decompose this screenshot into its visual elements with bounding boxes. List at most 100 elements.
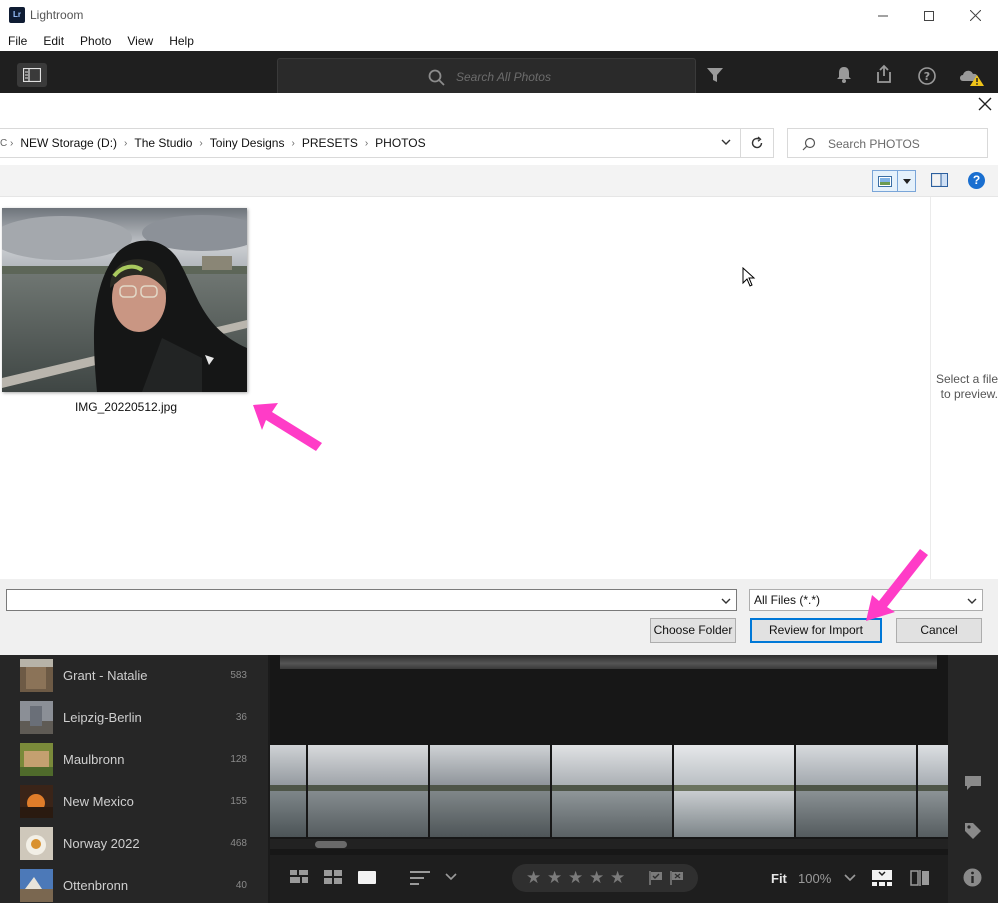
lightroom-workspace: Grant - Natalie 583 Leipzig-Berlin 36 Ma…: [0, 655, 998, 903]
menu-photo[interactable]: Photo: [72, 31, 119, 51]
star-icon[interactable]: ★: [589, 868, 604, 888]
pick-flag-icon[interactable]: [649, 871, 663, 885]
zoom-fit-button[interactable]: Fit: [771, 871, 787, 886]
close-window-button[interactable]: [952, 0, 998, 31]
preview-pane: Select a file to preview.: [930, 197, 998, 579]
star-icon[interactable]: ★: [526, 868, 541, 888]
bottom-toolbar: ★ ★ ★ ★ ★ Fit 100%: [270, 855, 948, 903]
filmstrip-photo[interactable]: [918, 745, 948, 837]
annotation-arrow-icon: [253, 403, 322, 451]
square-grid-view-icon[interactable]: [290, 870, 308, 885]
sort-icon[interactable]: [410, 871, 430, 885]
help-icon[interactable]: ?: [918, 67, 936, 85]
compare-view-icon[interactable]: [910, 870, 930, 886]
menu-edit[interactable]: Edit: [35, 31, 72, 51]
view-options-dropdown[interactable]: [898, 170, 916, 192]
album-item[interactable]: New Mexico 155: [20, 783, 260, 819]
breadcrumb-studio[interactable]: The Studio: [129, 136, 197, 150]
album-count: 583: [230, 670, 247, 681]
album-count: 468: [230, 838, 247, 849]
preview-pane-icon[interactable]: [931, 173, 948, 187]
filmstrip-photo[interactable]: [270, 745, 306, 837]
album-thumbnail: [20, 869, 53, 902]
breadcrumb-drive[interactable]: NEW Storage (D:): [15, 136, 122, 150]
chevron-down-icon[interactable]: [445, 873, 457, 881]
change-view-button[interactable]: [872, 170, 898, 192]
preview-message: Select a file to preview.: [935, 372, 998, 401]
album-name: Norway 2022: [63, 836, 140, 851]
album-count: 155: [230, 796, 247, 807]
refresh-icon: [751, 136, 763, 149]
address-bar[interactable]: C › NEW Storage (D:) › The Studio › Toin…: [0, 128, 741, 158]
minimize-button[interactable]: [860, 0, 906, 31]
album-count: 40: [235, 880, 247, 891]
breadcrumb-photos[interactable]: PHOTOS: [370, 136, 430, 150]
photo-thumbnail[interactable]: [2, 208, 247, 392]
panel-toggle-button[interactable]: [17, 63, 47, 87]
filmstrip-scrollbar[interactable]: [270, 839, 948, 849]
breadcrumb-presets[interactable]: PRESETS: [297, 136, 363, 150]
filename-input[interactable]: [6, 589, 737, 611]
notification-bell-icon[interactable]: [836, 66, 852, 83]
maximize-button[interactable]: [906, 0, 952, 31]
folder-search-input[interactable]: Search PHOTOS: [787, 128, 988, 158]
filmstrip-photo-selected[interactable]: [308, 745, 428, 837]
breadcrumb-separator: ›: [364, 137, 369, 149]
zoom-level[interactable]: 100%: [798, 871, 831, 886]
chevron-down-icon[interactable]: [720, 136, 732, 148]
album-item[interactable]: Leipzig-Berlin 36: [20, 699, 260, 735]
album-thumbnail: [20, 827, 53, 860]
filter-icon[interactable]: [707, 68, 723, 82]
album-name: Maulbronn: [63, 752, 125, 767]
refresh-button[interactable]: [741, 128, 774, 158]
albums-panel: Grant - Natalie 583 Leipzig-Berlin 36 Ma…: [0, 655, 268, 903]
share-icon[interactable]: [875, 64, 893, 83]
star-icon[interactable]: ★: [568, 868, 583, 888]
portrait-photo: [2, 208, 247, 392]
filmstrip-photo[interactable]: [430, 745, 550, 837]
choose-folder-button[interactable]: Choose Folder: [650, 618, 736, 643]
info-icon[interactable]: [963, 868, 982, 887]
album-name: Leipzig-Berlin: [63, 710, 142, 725]
dialog-help-button[interactable]: ?: [968, 172, 985, 189]
detail-view-icon[interactable]: [358, 870, 376, 885]
sidebar-icon: [23, 68, 41, 82]
filmstrip-photo[interactable]: [796, 745, 916, 837]
album-item[interactable]: Ottenbronn 40: [20, 867, 260, 903]
reject-flag-icon[interactable]: [670, 871, 684, 885]
filmstrip-photo[interactable]: [552, 745, 672, 837]
grid-view-icon[interactable]: [324, 870, 342, 885]
dialog-close-icon[interactable]: [978, 97, 992, 111]
comment-icon[interactable]: [964, 775, 982, 791]
cloud-sync-warning-icon[interactable]: [958, 66, 986, 86]
breadcrumb-toiny-designs[interactable]: Toiny Designs: [205, 136, 290, 150]
album-item[interactable]: Grant - Natalie 583: [20, 657, 260, 693]
star-icon[interactable]: ★: [610, 868, 625, 888]
album-name: New Mexico: [63, 794, 134, 809]
album-item[interactable]: Norway 2022 468: [20, 825, 260, 861]
album-name: Ottenbronn: [63, 878, 129, 893]
chevron-down-icon[interactable]: [844, 874, 856, 882]
album-item[interactable]: Maulbronn 128: [20, 741, 260, 777]
svg-text:?: ?: [924, 70, 930, 83]
chevron-down-icon: [967, 598, 977, 604]
filmstrip-photo[interactable]: [674, 745, 794, 837]
menu-help[interactable]: Help: [161, 31, 202, 51]
star-icon[interactable]: ★: [547, 868, 562, 888]
photo-filename[interactable]: IMG_20220512.jpg: [2, 400, 250, 414]
scrollbar-thumb[interactable]: [315, 841, 347, 848]
dialog-header: [0, 93, 998, 121]
title-bar: Lr Lightroom: [0, 0, 998, 31]
chevron-down-icon[interactable]: [720, 595, 732, 607]
window-title: Lightroom: [30, 8, 84, 22]
tag-icon[interactable]: [964, 822, 982, 840]
filetype-value: All Files (*.*): [754, 593, 821, 607]
search-all-photos[interactable]: Search All Photos: [277, 58, 696, 96]
rating-filter[interactable]: ★ ★ ★ ★ ★: [512, 864, 698, 892]
right-panel-strip: [948, 655, 998, 903]
menu-file[interactable]: File: [0, 31, 35, 51]
lightroom-logo-icon: Lr: [9, 7, 25, 23]
filmstrip-toggle-icon[interactable]: [872, 870, 892, 886]
menu-view[interactable]: View: [119, 31, 161, 51]
album-thumbnail: [20, 785, 53, 818]
